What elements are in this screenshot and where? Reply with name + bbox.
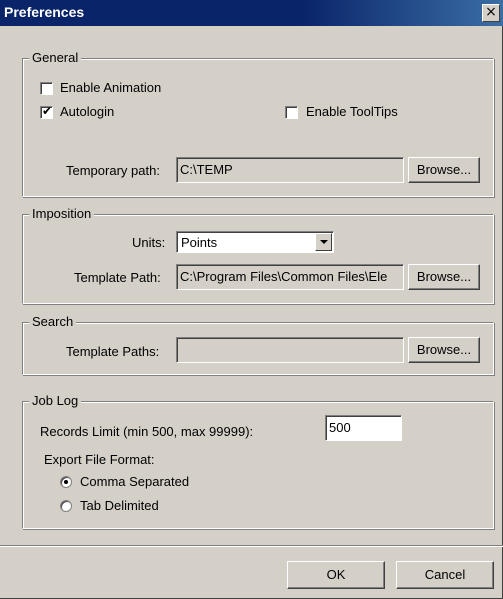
tab-delimited-radio[interactable] [60, 500, 72, 512]
template-path-field[interactable]: C:\Program Files\Common Files\Ele [176, 264, 404, 290]
records-limit-field[interactable]: 500 [325, 415, 402, 441]
title-bar[interactable]: Preferences × [0, 0, 503, 26]
units-select-value: Points [181, 235, 218, 250]
imposition-group-legend: Imposition [29, 206, 95, 221]
temporary-path-label: Temporary path: [66, 163, 160, 178]
cancel-button[interactable]: Cancel [396, 561, 494, 589]
enable-animation-checkbox[interactable] [40, 82, 53, 95]
checkmark-icon: ✔ [42, 104, 53, 118]
autologin-label[interactable]: Autologin [60, 104, 114, 119]
tab-delimited-label[interactable]: Tab Delimited [80, 498, 159, 513]
temporary-path-browse-button[interactable]: Browse... [408, 157, 480, 183]
enable-tooltips-checkbox[interactable] [285, 106, 298, 119]
template-paths-field[interactable] [176, 337, 404, 363]
records-limit-label: Records Limit (min 500, max 99999): [40, 424, 254, 439]
export-format-label: Export File Format: [44, 452, 155, 467]
general-group-legend: General [29, 50, 82, 65]
preferences-dialog: Preferences × General Enable Animation ✔… [0, 0, 503, 599]
radio-selected-icon [64, 480, 68, 484]
enable-tooltips-label[interactable]: Enable ToolTips [306, 104, 398, 119]
comma-separated-label[interactable]: Comma Separated [80, 474, 189, 489]
ok-button[interactable]: OK [287, 561, 385, 589]
template-path-browse-button[interactable]: Browse... [408, 264, 480, 290]
comma-separated-radio[interactable] [60, 476, 72, 488]
job-log-group-legend: Job Log [29, 393, 82, 408]
close-icon[interactable]: × [482, 4, 500, 22]
footer-separator [0, 545, 503, 547]
search-group-legend: Search [29, 314, 77, 329]
temporary-path-field[interactable]: C:\TEMP [176, 157, 404, 183]
template-paths-browse-button[interactable]: Browse... [408, 337, 480, 363]
chevron-down-icon[interactable] [315, 233, 332, 251]
autologin-checkbox[interactable]: ✔ [40, 104, 53, 119]
template-path-label: Template Path: [74, 270, 161, 285]
units-select[interactable]: Points [176, 231, 334, 253]
imposition-group: Imposition [22, 206, 494, 304]
window-title: Preferences [4, 4, 85, 20]
template-paths-label: Template Paths: [66, 344, 160, 359]
enable-animation-label[interactable]: Enable Animation [60, 80, 161, 95]
units-label: Units: [132, 235, 166, 250]
